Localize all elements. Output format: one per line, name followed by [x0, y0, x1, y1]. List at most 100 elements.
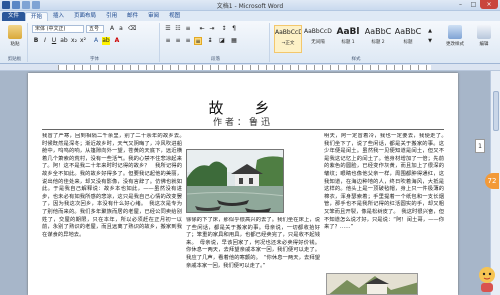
change-styles-button[interactable]: 更改样式: [442, 25, 468, 59]
underline-icon[interactable]: U: [50, 37, 58, 45]
paragraph-group-label: 段落: [211, 57, 220, 62]
text-column-3[interactable]: 明天，阿一定冒着冷，我也一定要去，我便走了。 我们坐下了，说了些闲话，都是关于搬…: [324, 133, 444, 269]
style-name: 标题: [403, 40, 413, 45]
tab-insert[interactable]: 插入: [48, 12, 69, 21]
document-author: 作者：鲁迅: [212, 118, 273, 128]
ribbon-tabs: 文件 开始 插入 页面布局 引用 邮件 审阅 视图: [0, 11, 500, 21]
tab-references[interactable]: 引用: [101, 12, 122, 21]
grow-font-icon[interactable]: A: [108, 25, 116, 33]
save-icon[interactable]: [12, 1, 20, 9]
title-divider: [42, 129, 444, 130]
text-column-1[interactable]: 我冒了严寒，回到相隔二千余里，别了二十余年的故乡去。 时候既然是深冬；渐近故乡时…: [42, 133, 182, 293]
style-no-spacing[interactable]: AaBbCcDd 无间隔: [304, 25, 332, 53]
shading-icon[interactable]: ◪: [218, 37, 226, 45]
highlight-icon[interactable]: ab: [102, 37, 110, 45]
ruler-scale: [58, 65, 431, 70]
align-left-icon[interactable]: ≡: [164, 37, 172, 45]
window-controls: – □ ×: [454, 0, 498, 9]
change-styles-icon: [448, 25, 462, 39]
document-workspace: 故 乡 作者：鲁迅 我冒了严寒，回到相隔二千余里，别了二十余年的故乡去。 时候既…: [0, 71, 500, 295]
align-right-icon[interactable]: ≡: [184, 37, 192, 45]
tab-mailings[interactable]: 邮件: [122, 12, 143, 21]
scrollbar-thumb[interactable]: [493, 91, 499, 131]
bold-icon[interactable]: B: [32, 37, 40, 45]
assistant-mascot-icon[interactable]: [476, 265, 498, 293]
tab-page-layout[interactable]: 页面布局: [69, 12, 101, 21]
style-title[interactable]: AaBbC 标题: [394, 25, 422, 53]
redo-icon[interactable]: [32, 1, 40, 9]
clipboard-group: 粘贴 剪贴板: [2, 23, 28, 62]
styles-scroll-down-icon[interactable]: ▼: [426, 37, 434, 45]
borders-icon[interactable]: ▦: [230, 37, 238, 45]
text-effects-icon[interactable]: A: [92, 37, 100, 45]
binoculars-icon: [477, 25, 491, 39]
style-name: 标题 2: [371, 40, 385, 45]
increase-indent-icon[interactable]: ⇥: [208, 25, 216, 33]
strikethrough-icon[interactable]: ab: [60, 37, 68, 45]
clipboard-group-label: 剪贴板: [7, 57, 22, 62]
floating-badge[interactable]: 72: [485, 173, 499, 189]
change-styles-label: 更改样式: [446, 42, 464, 47]
styles-scroll-up-icon[interactable]: ▲: [426, 27, 434, 35]
text-column-2[interactable]: 徐徐的下了床，那似乎很高兴的去了。我们坐在床上，说了些闲话，都是关于搬家的事。母…: [186, 217, 320, 293]
style-name: 标题 1: [341, 40, 355, 45]
garden-picture: [327, 274, 417, 294]
style-sample: AaBl: [336, 27, 360, 37]
superscript-icon[interactable]: x²: [79, 37, 87, 45]
subscript-icon[interactable]: x₂: [70, 37, 78, 45]
ribbon: 粘贴 剪贴板 宋体 (中文正) 五号 A a ⌫ B I U ab x₂ x² …: [0, 21, 500, 64]
window-title: 文档1 - Microsoft Word: [216, 3, 284, 10]
minimize-button[interactable]: –: [454, 0, 467, 9]
shrink-font-icon[interactable]: a: [117, 25, 125, 33]
style-name: →正文: [281, 41, 295, 46]
styles-group: AaBbCcDd →正文 AaBbCcDd 无间隔 AaBl 标题 1 AaBb…: [272, 23, 440, 62]
editing-button[interactable]: 编辑: [472, 25, 496, 59]
style-sample: AaBbC: [364, 27, 392, 36]
numbering-icon[interactable]: ☷: [174, 25, 182, 33]
font-color-icon[interactable]: A: [113, 37, 121, 45]
word-logo-icon: [2, 1, 10, 9]
paste-icon: [8, 25, 22, 39]
paste-button[interactable]: 粘贴: [4, 25, 26, 59]
maximize-button[interactable]: □: [467, 0, 480, 9]
style-heading-2[interactable]: AaBbC 标题 2: [364, 25, 392, 53]
show-marks-icon[interactable]: ¶: [230, 25, 238, 33]
editing-label: 编辑: [479, 42, 489, 47]
italic-icon[interactable]: I: [41, 37, 49, 45]
styles-group-label: 样式: [351, 57, 361, 62]
line-spacing-icon[interactable]: ↨: [206, 37, 214, 45]
style-heading-1[interactable]: AaBl 标题 1: [334, 25, 362, 53]
style-sample: AaBbCcDd: [304, 28, 332, 35]
clear-format-icon[interactable]: ⌫: [128, 25, 136, 33]
quick-access-toolbar: [2, 1, 40, 9]
multilevel-list-icon[interactable]: ≡: [184, 25, 192, 33]
page-number-indicator: 1: [475, 139, 485, 153]
bottom-photo: [326, 273, 418, 295]
horizontal-ruler[interactable]: [0, 64, 500, 71]
undo-icon[interactable]: [22, 1, 30, 9]
font-name-select[interactable]: 宋体 (中文正): [32, 25, 84, 33]
font-group: 宋体 (中文正) 五号 A a ⌫ B I U ab x₂ x² A ab A …: [30, 23, 160, 62]
tab-home[interactable]: 开始: [25, 12, 49, 21]
close-button[interactable]: ×: [480, 0, 498, 9]
style-name: 无间隔: [311, 40, 325, 45]
paragraph-group: ☰ ☷ ≡ ⇤ ⇥ ↕ ¶ ≡ ≡ ≡ ≡ ↨ ◪ ▦ 段落: [162, 23, 270, 62]
tab-review[interactable]: 审阅: [143, 12, 164, 21]
bullets-icon[interactable]: ☰: [164, 25, 172, 33]
tab-file[interactable]: 文件: [2, 12, 26, 21]
justify-icon[interactable]: ≡: [194, 37, 202, 45]
style-sample: AaBbC: [394, 27, 422, 36]
sort-icon[interactable]: ↕: [220, 25, 228, 33]
water-town-picture: [187, 150, 283, 212]
font-group-label: 字体: [90, 57, 99, 62]
landscape-photo: [186, 149, 284, 213]
mascot-graphic: [479, 267, 495, 292]
document-page[interactable]: 故 乡 作者：鲁迅 我冒了严寒，回到相隔二千余里，别了二十余年的故乡去。 时候既…: [28, 73, 458, 295]
style-normal[interactable]: AaBbCcDd →正文: [274, 25, 302, 53]
decrease-indent-icon[interactable]: ⇤: [198, 25, 206, 33]
font-size-select[interactable]: 五号: [86, 25, 104, 33]
align-center-icon[interactable]: ≡: [174, 37, 182, 45]
paste-label: 粘贴: [10, 42, 20, 47]
title-bar: 文档1 - Microsoft Word – □ ×: [0, 0, 500, 11]
tab-view[interactable]: 视图: [164, 12, 185, 21]
